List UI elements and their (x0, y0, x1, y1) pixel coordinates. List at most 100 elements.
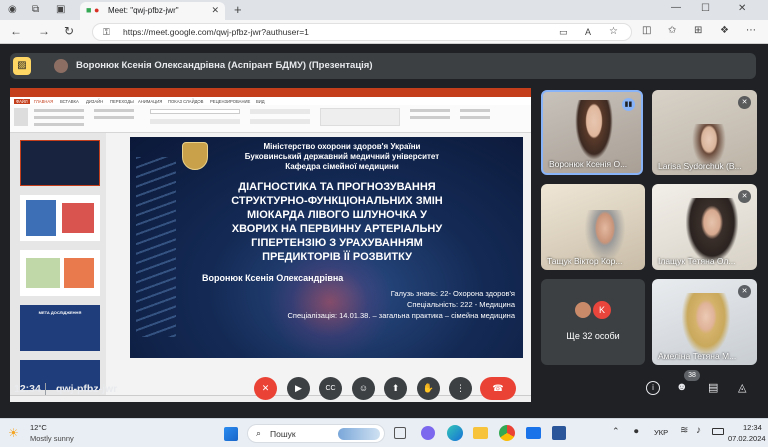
participant-tile[interactable]: Тащук Віктор Кор... (541, 184, 645, 270)
recording-icon: ● (94, 5, 100, 15)
speaking-indicator-icon: ▮▮ (622, 98, 635, 111)
meeting-separator (45, 383, 46, 395)
author-text: Воронюк Ксенія Олександрівна (202, 273, 344, 283)
emoji-button[interactable]: ☺ (352, 377, 375, 400)
profile-icon[interactable]: ◉ (8, 5, 17, 15)
start-icon[interactable] (224, 427, 238, 441)
weather-status[interactable]: Mostly sunny (30, 434, 74, 443)
others-tile[interactable]: K Ще 32 особи (541, 279, 645, 365)
meeting-code: qwj-pfbz-jwr (56, 383, 118, 395)
participant-tile[interactable]: ✕ Амеліна Тетяна М... (652, 279, 757, 365)
ribbon-tab[interactable]: ПЕРЕХОДЫ (110, 99, 134, 104)
close-window-icon[interactable]: ✕ (738, 4, 746, 14)
participant-name: Larisa Sydorchuk (В... (658, 161, 742, 171)
thumbnail-1[interactable] (20, 140, 100, 186)
ribbon-tab[interactable]: ВСТАВКА (60, 99, 79, 104)
slide-thumbnails: МЕТА ДОСЛІДЖЕННЯ (10, 133, 106, 395)
back-icon[interactable]: ← (10, 25, 22, 37)
microphone-tray-icon[interactable]: ⏺ (634, 426, 639, 437)
weather-icon: ☀ (8, 426, 19, 440)
ribbon-tab[interactable]: ВИД (256, 99, 265, 104)
extensions-icon[interactable]: ❖ (720, 26, 729, 36)
captions-button[interactable]: CC (319, 377, 342, 400)
new-tab-icon[interactable]: + (234, 3, 242, 16)
thumbnail-text: МЕТА ДОСЛІДЖЕННЯ (38, 310, 82, 315)
search-placeholder: Пошук (270, 429, 296, 439)
tray-chevron-icon[interactable]: ⌃ (612, 426, 620, 437)
participant-video (682, 293, 730, 355)
ribbon-tab[interactable]: ПОКАЗ СЛАЙДОВ (168, 99, 203, 104)
participant-name: Амеліна Тетяна М... (658, 351, 737, 361)
volume-icon[interactable]: ♪ (696, 425, 701, 436)
ribbon-tab[interactable]: ГЛАВНАЯ (34, 99, 53, 104)
file-explorer-icon[interactable] (473, 427, 488, 439)
task-view-icon[interactable] (394, 427, 406, 439)
more-options-button[interactable]: ⋮ (449, 377, 472, 400)
wifi-icon[interactable]: ≋ (680, 425, 688, 436)
end-call-button[interactable]: ☎ (480, 377, 516, 400)
language-indicator[interactable]: УКР (654, 428, 668, 437)
ppt-titlebar (10, 88, 531, 97)
search-highlight-image (338, 428, 380, 440)
thumbnail-2[interactable] (20, 195, 100, 241)
info-icon[interactable]: i (646, 381, 660, 395)
others-avatar-photo (574, 301, 592, 319)
weather-temp[interactable]: 12°C (30, 423, 47, 432)
ribbon-tab[interactable]: РЕЦЕНЗИРОВАНИЕ (210, 99, 250, 104)
forward-icon[interactable]: → (38, 25, 50, 37)
participant-tile[interactable]: ✕ Ілащук Тетяна Ол... (652, 184, 757, 270)
dna-decoration (136, 157, 176, 337)
edge-icon[interactable] (447, 425, 463, 441)
collections-icon[interactable]: ⊞ (694, 26, 702, 36)
camera-in-use-icon[interactable]: ▭ (559, 28, 568, 37)
reload-icon[interactable]: ↻ (64, 25, 74, 37)
close-tab-icon[interactable]: ✕ (211, 6, 219, 15)
presenter-avatar (54, 59, 68, 73)
meet-area: ▨ Воронюк Ксенія Олександрівна (Аспірант… (0, 44, 768, 418)
ribbon-tab[interactable]: ФАЙЛ (14, 99, 30, 104)
participants-icon[interactable]: ☻ (676, 381, 688, 393)
favorite-star-icon[interactable]: ☆ (609, 27, 618, 37)
read-aloud-icon[interactable]: A (585, 28, 591, 37)
specialization-text: Спеціалізація: 14.01.38. – загальна прак… (287, 311, 515, 320)
thumbnail-4[interactable]: МЕТА ДОСЛІДЖЕННЯ (20, 305, 100, 351)
minimize-icon[interactable]: — (671, 3, 681, 13)
tab-meet[interactable]: ■ ● Meet: "qwj-pfbz-jwr" ✕ (80, 2, 225, 20)
maximize-icon[interactable]: ☐ (701, 4, 710, 14)
camera-button[interactable]: ▶ (287, 377, 310, 400)
ppt-ribbon-tabs: ФАЙЛ ГЛАВНАЯ ВСТАВКА ДИЗАЙН ПЕРЕХОДЫ АНИ… (10, 97, 531, 105)
raise-hand-button[interactable]: ✋ (417, 377, 440, 400)
activities-icon[interactable]: ◬ (738, 381, 746, 394)
word-icon[interactable] (552, 426, 566, 440)
menu-icon[interactable]: ⋯ (746, 26, 756, 36)
taskbar-search[interactable]: ⌕ Пошук (247, 424, 385, 443)
clock-date[interactable]: 07.02.2024 (728, 434, 766, 443)
mail-icon[interactable] (526, 427, 541, 439)
ribbon-tab[interactable]: ДИЗАЙН (86, 99, 103, 104)
participant-tile[interactable]: ▮▮ Воронюк Ксенія О... (541, 90, 643, 175)
split-screen-icon[interactable]: ◫ (642, 26, 651, 36)
title-line: МІОКАРДА ЛІВОГО ШЛУНОЧКА У (246, 209, 428, 221)
site-info-icon[interactable]: ⚿ (103, 28, 110, 37)
favorites-icon[interactable]: ✩ (668, 26, 676, 36)
present-screen-button[interactable]: ⬆ (384, 377, 407, 400)
thumbnail-3[interactable] (20, 250, 100, 296)
url-text: https://meet.google.com/qwj-pfbz-jwr?aut… (123, 27, 309, 37)
tab-list-icon[interactable]: ▣ (56, 5, 65, 15)
mic-off-button[interactable]: ✕ (254, 377, 277, 400)
participant-tile[interactable]: ✕ Larisa Sydorchuk (В... (652, 90, 757, 175)
ministry-text: Міністерство охорони здоров'я України (263, 142, 421, 151)
others-avatar-initial: K (593, 301, 611, 319)
mic-off-icon: ✕ (738, 190, 751, 203)
university-crest (182, 142, 208, 170)
chat-icon[interactable]: ▤ (708, 381, 718, 394)
ribbon-tab[interactable]: АНИМАЦИЯ (138, 99, 162, 104)
ppt-ribbon (10, 105, 531, 133)
clock-time[interactable]: 12:34 (743, 423, 762, 432)
chrome-icon[interactable] (499, 425, 515, 441)
battery-icon[interactable] (712, 428, 724, 435)
workspaces-icon[interactable]: ⧉ (32, 5, 39, 15)
address-bar[interactable]: ⚿ https://meet.google.com/qwj-pfbz-jwr?a… (92, 23, 632, 41)
chat-app-icon[interactable] (421, 426, 435, 440)
mic-off-icon: ✕ (738, 96, 751, 109)
